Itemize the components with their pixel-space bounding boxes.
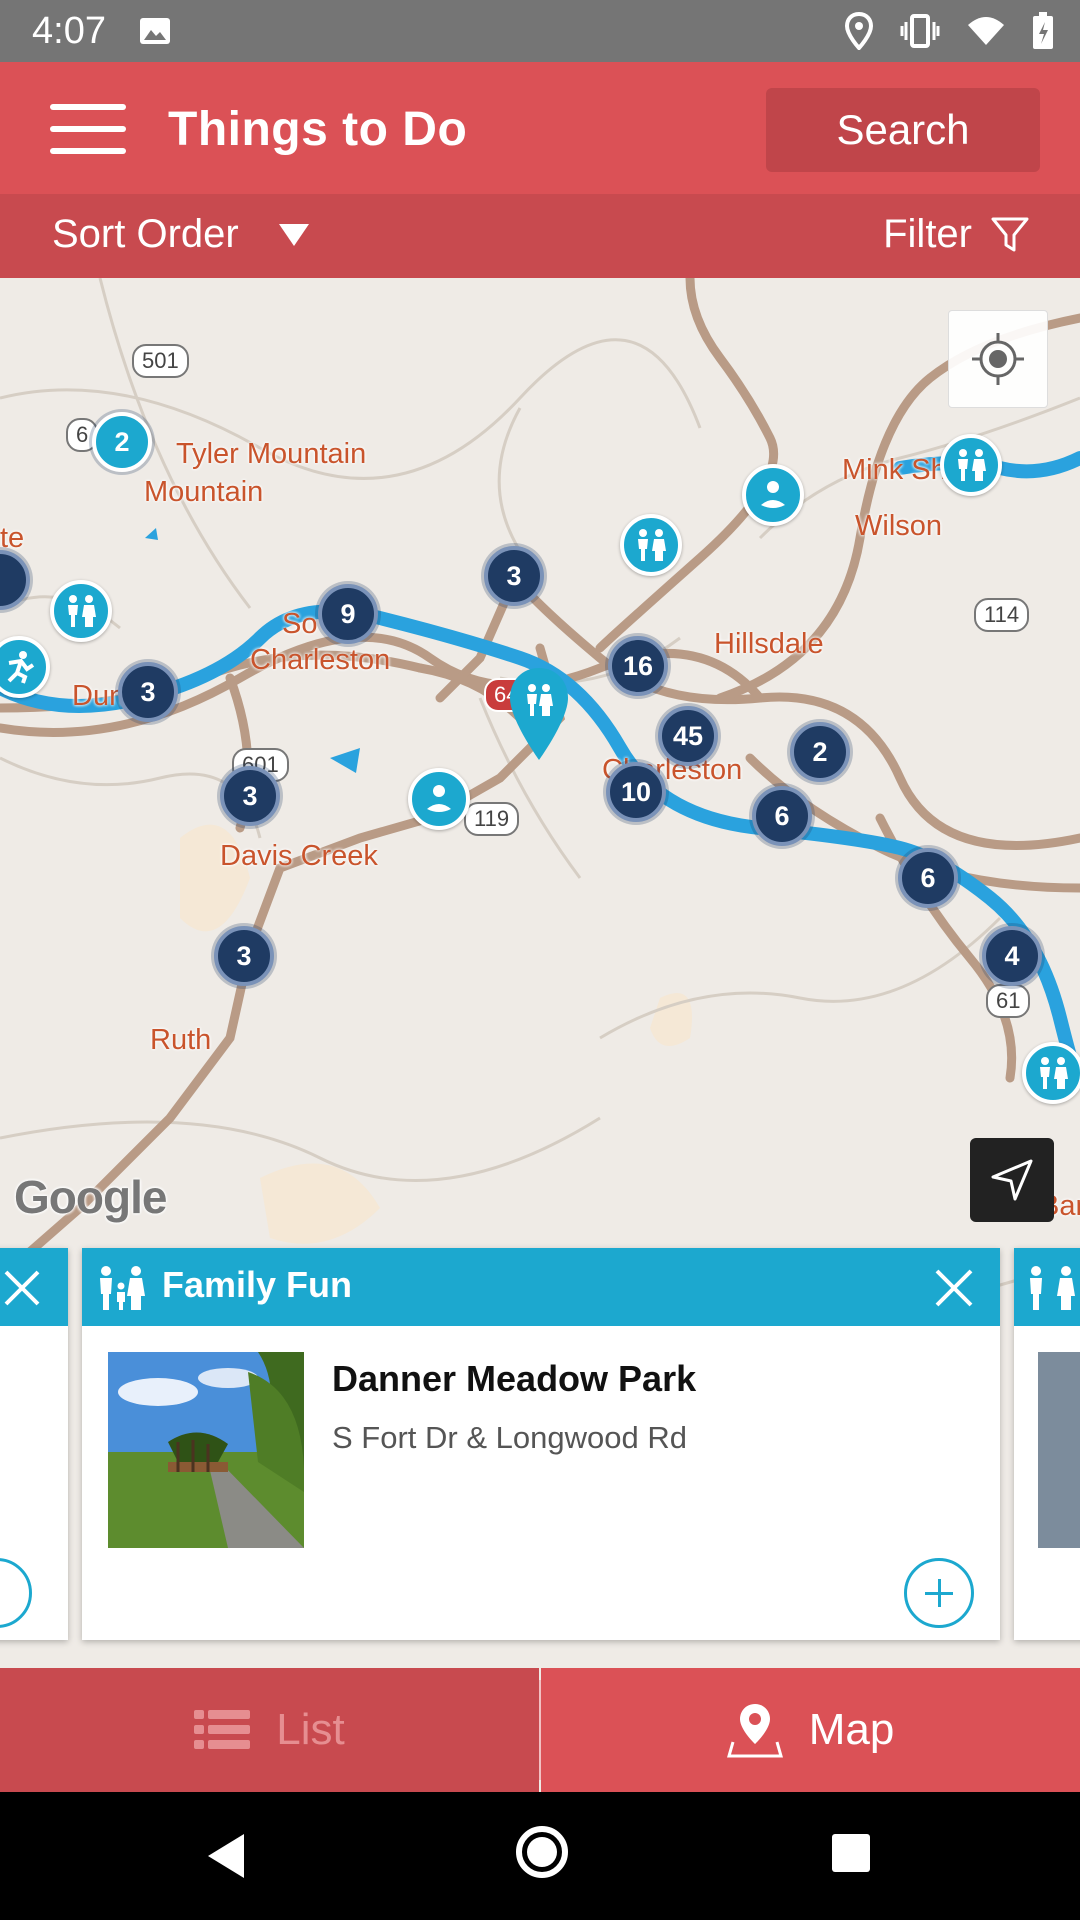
family-icon (68, 595, 96, 627)
map-cluster[interactable]: 16 (608, 636, 668, 696)
map-cluster[interactable]: 3 (214, 926, 274, 986)
map-label-hillsdale: Hillsdale (714, 628, 824, 660)
map-label-south-charleston: Charleston (250, 644, 391, 676)
wifi-icon (968, 17, 1004, 45)
family-fun-marker[interactable] (940, 434, 1002, 496)
status-icons (844, 12, 1054, 50)
recent-apps-icon[interactable] (832, 1834, 870, 1872)
navigation-arrow-icon (991, 1159, 1033, 1201)
park-photo-image (108, 1352, 304, 1548)
page-title: Things to Do (168, 103, 468, 156)
add-to-itinerary-button[interactable] (904, 1558, 974, 1628)
wellness-marker[interactable] (408, 768, 470, 830)
map-cluster[interactable]: 45 (658, 706, 718, 766)
route-shield: 61 (986, 984, 1031, 1018)
app-bar: Things to Do Search (0, 62, 1080, 194)
hamburger-icon (50, 104, 126, 110)
close-icon[interactable] (2, 1268, 42, 1308)
family-icon (1030, 1266, 1075, 1310)
google-logo: Google (14, 1171, 167, 1223)
hamburger-line (50, 126, 126, 132)
map-cluster[interactable]: 2 (92, 412, 152, 472)
tab-map[interactable]: Map (541, 1668, 1080, 1792)
vibrate-icon (900, 14, 940, 48)
map-cluster[interactable]: 3 (484, 546, 544, 606)
family-icon (958, 449, 986, 481)
place-photo[interactable] (1038, 1352, 1080, 1548)
card-category: Family Fun (162, 1264, 353, 1305)
bottom-tab-bar: List Map (0, 1668, 1080, 1792)
sort-order-dropdown[interactable]: Sort Order (52, 212, 309, 257)
map-label-mountain: Mountain (144, 476, 264, 508)
filter-button[interactable]: Filter (883, 212, 1030, 257)
map-label-davis-creek: Davis Creek (220, 840, 378, 872)
map-label-south: So (282, 608, 318, 640)
family-icon (638, 529, 666, 561)
route-shield: 119 (464, 802, 520, 836)
route-shield: 501 (132, 344, 189, 378)
map-cluster[interactable]: 3 (118, 662, 178, 722)
crosshair-icon (972, 333, 1024, 385)
list-icon (194, 1710, 251, 1749)
selected-location-pin[interactable] (508, 666, 570, 762)
map-label-wilson: Wilson (855, 510, 943, 542)
map-label-tyler: Tyler Mountain (176, 438, 367, 470)
family-icon (100, 1266, 145, 1310)
map-cluster[interactable]: 9 (318, 584, 378, 644)
map-label-mink: Mink Sh (842, 454, 947, 486)
home-icon[interactable] (516, 1826, 568, 1878)
card-header (1014, 1248, 1080, 1326)
my-location-button[interactable] (948, 310, 1048, 408)
tab-map-label: Map (808, 1705, 895, 1754)
close-icon[interactable] (934, 1268, 974, 1308)
card-header: Family Fun (82, 1248, 1000, 1326)
sort-filter-bar: Sort Order Filter (0, 194, 1080, 278)
spa-icon (761, 481, 785, 508)
family-fun-marker[interactable] (50, 580, 112, 642)
wellness-marker[interactable] (742, 464, 804, 526)
add-button[interactable] (0, 1558, 32, 1628)
sports-icon (7, 651, 35, 684)
family-fun-marker[interactable] (1022, 1042, 1080, 1104)
tab-list-label: List (276, 1705, 345, 1754)
map-cluster[interactable]: 6 (898, 848, 958, 908)
system-nav-bar (0, 1792, 1080, 1920)
family-fun-marker[interactable] (620, 514, 682, 576)
filter-label: Filter (883, 212, 972, 256)
back-icon[interactable] (204, 1832, 248, 1880)
place-photo[interactable] (108, 1352, 304, 1548)
place-card[interactable]: Family Fun Danner Meadow Park S Fort Dr … (82, 1248, 1000, 1640)
map-cluster[interactable]: 10 (606, 762, 666, 822)
tab-list[interactable]: List (0, 1668, 539, 1792)
peek-card-left[interactable] (0, 1248, 68, 1640)
navigate-button[interactable] (970, 1138, 1054, 1222)
peek-card-right[interactable] (1014, 1248, 1080, 1640)
search-button[interactable]: Search (766, 88, 1040, 172)
map-pin-icon (726, 1704, 783, 1758)
place-address: S Fort Dr & Longwood Rd (332, 1420, 687, 1455)
map-label-dunbar: Dun (72, 680, 126, 712)
status-time: 4:07 (32, 10, 106, 52)
map-cluster[interactable]: 4 (982, 926, 1042, 986)
map-cluster[interactable]: 6 (752, 786, 812, 846)
family-icon (1040, 1057, 1068, 1089)
map-label-ruth: Ruth (150, 1024, 212, 1056)
status-bar: 4:07 (0, 0, 1080, 62)
sort-order-label: Sort Order (52, 212, 239, 256)
menu-button[interactable] (50, 100, 126, 158)
place-name: Danner Meadow Park (332, 1358, 697, 1399)
battery-icon (1033, 12, 1053, 49)
hamburger-line (50, 148, 126, 154)
image-notification-icon (140, 18, 170, 44)
map-cluster[interactable]: 3 (220, 766, 280, 826)
filter-icon (991, 217, 1029, 251)
caret-down-icon (278, 223, 309, 246)
app-screen: 4:07 Things to Do Search Sort Order Filt… (0, 0, 1080, 1920)
location-icon (844, 12, 874, 50)
map-cluster[interactable]: 2 (790, 722, 850, 782)
spa-icon (427, 785, 451, 812)
route-shield: 114 (974, 598, 1030, 632)
